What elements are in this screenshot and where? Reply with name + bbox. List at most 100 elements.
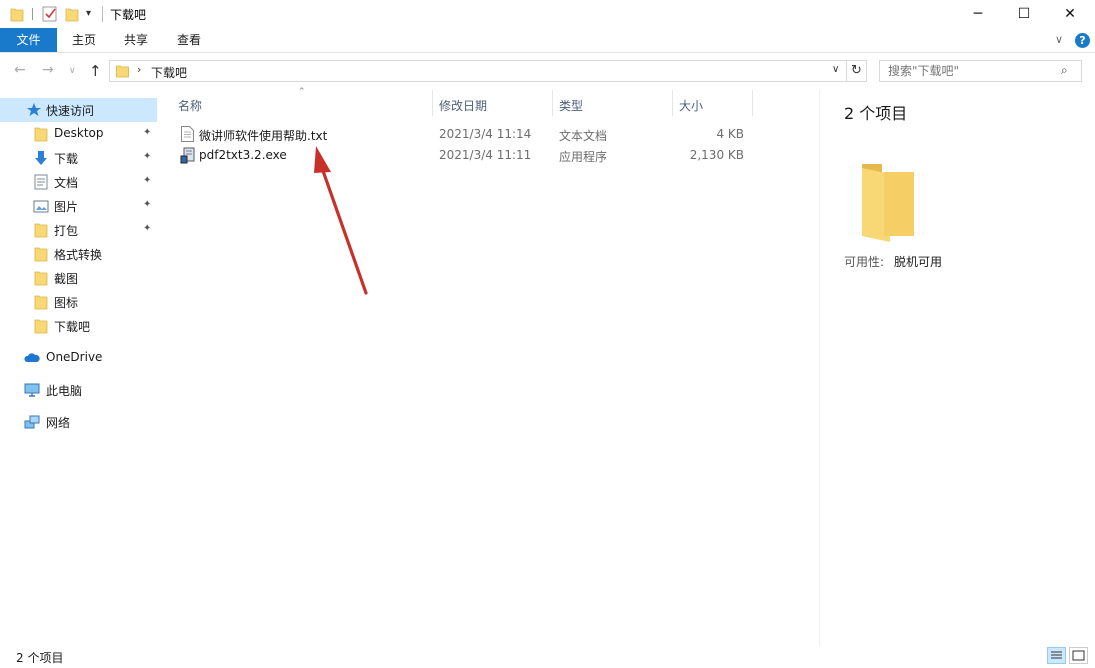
tab-home[interactable]: 主页 bbox=[62, 28, 106, 52]
folder-icon bbox=[34, 319, 48, 334]
file-row[interactable]: 微讲师软件使用帮助.txt 2021/3/4 11:14 文本文档 4 KB bbox=[158, 124, 818, 145]
sidebar-item-documents[interactable]: 文档 ✦ bbox=[0, 170, 157, 194]
forward-button[interactable]: → bbox=[42, 62, 54, 78]
title-bar: ▾ 下载吧 ─ ☐ ✕ bbox=[0, 0, 1095, 28]
back-button[interactable]: ← bbox=[14, 62, 26, 78]
column-header-date[interactable]: 修改日期 bbox=[439, 97, 487, 114]
sidebar-label: 下载吧 bbox=[54, 320, 91, 334]
network-icon bbox=[24, 415, 40, 429]
sidebar-item-desktop[interactable]: Desktop ✦ bbox=[0, 122, 157, 146]
navigation-pane: 快速访问 Desktop ✦ 下载 ✦ 文档 ✦ 图片 ✦ 打包 ✦ 格式转换 … bbox=[0, 90, 158, 645]
search-box[interactable]: ⌕ bbox=[879, 60, 1082, 82]
minimize-button[interactable]: ─ bbox=[955, 0, 1001, 28]
details-view-icon bbox=[1051, 651, 1062, 659]
pin-icon[interactable]: ✦ bbox=[143, 223, 151, 234]
up-button[interactable]: ↑ bbox=[89, 62, 102, 80]
status-bar: 2 个项目 bbox=[0, 645, 1095, 668]
sidebar-item-downloads[interactable]: 下载 ✦ bbox=[0, 146, 157, 170]
recent-locations-button[interactable]: ∨ bbox=[69, 66, 76, 76]
sidebar-label: OneDrive bbox=[46, 350, 103, 364]
sidebar-item-pack[interactable]: 打包 ✦ bbox=[0, 218, 157, 242]
sidebar-label: 网络 bbox=[46, 416, 71, 430]
sidebar-label: 图片 bbox=[54, 200, 79, 214]
computer-icon bbox=[24, 383, 40, 397]
sidebar-item-pictures[interactable]: 图片 ✦ bbox=[0, 194, 157, 218]
details-pane: 2 个项目 可用性: 脱机可用 bbox=[819, 90, 1095, 645]
file-row[interactable]: pdf2txt3.2.exe 2021/3/4 11:11 应用程序 2,130… bbox=[158, 145, 818, 166]
preview-item-count: 2 个项目 bbox=[844, 104, 908, 123]
sidebar-label: 文档 bbox=[54, 176, 79, 190]
address-path[interactable]: 下载吧 bbox=[151, 64, 187, 81]
window-title: 下载吧 bbox=[110, 8, 147, 22]
address-bar[interactable]: › 下载吧 ∨ bbox=[109, 60, 847, 82]
star-icon bbox=[27, 103, 41, 116]
maximize-button[interactable]: ☐ bbox=[1001, 0, 1047, 28]
sidebar-item-format-convert[interactable]: 格式转换 bbox=[0, 242, 157, 266]
availability-value: 脱机可用 bbox=[894, 255, 943, 269]
picture-icon bbox=[33, 200, 49, 213]
sidebar-item-quick-access[interactable]: 快速访问 bbox=[0, 98, 157, 122]
column-header-type[interactable]: 类型 bbox=[559, 97, 583, 114]
text-file-icon bbox=[181, 126, 194, 142]
column-headers: ⌃ 名称 修改日期 类型 大小 bbox=[158, 87, 818, 118]
file-type: 文本文档 bbox=[559, 129, 608, 143]
sidebar-item-this-pc[interactable]: 此电脑 bbox=[0, 378, 157, 402]
file-name[interactable]: pdf2txt3.2.exe bbox=[199, 148, 287, 162]
folder-icon bbox=[34, 223, 48, 238]
search-icon[interactable]: ⌕ bbox=[1061, 63, 1068, 78]
tab-view[interactable]: 查看 bbox=[167, 28, 211, 52]
pin-icon[interactable]: ✦ bbox=[143, 151, 151, 162]
new-folder-icon[interactable] bbox=[65, 6, 79, 22]
tab-share[interactable]: 共享 bbox=[114, 28, 158, 52]
file-size: 4 KB bbox=[716, 127, 744, 141]
folder-icon[interactable] bbox=[10, 6, 24, 22]
quick-access-dropdown-icon[interactable]: ▾ bbox=[86, 8, 91, 19]
exe-file-icon bbox=[180, 147, 195, 164]
folder-icon bbox=[34, 127, 48, 142]
file-date: 2021/3/4 11:11 bbox=[439, 148, 532, 162]
large-icons-view-icon bbox=[1072, 650, 1085, 661]
pin-icon[interactable]: ✦ bbox=[143, 199, 151, 210]
sidebar-label: 打包 bbox=[54, 224, 79, 238]
folder-icon bbox=[34, 271, 48, 286]
folder-icon bbox=[862, 164, 914, 242]
ribbon-tabs: 文件 主页 共享 查看 ∨ ? bbox=[0, 28, 1095, 53]
folder-icon bbox=[34, 247, 48, 262]
file-date: 2021/3/4 11:14 bbox=[439, 127, 532, 141]
path-chevron-icon[interactable]: › bbox=[137, 63, 141, 76]
sidebar-label: 格式转换 bbox=[54, 248, 103, 262]
sidebar-item-screenshots[interactable]: 截图 bbox=[0, 266, 157, 290]
help-icon[interactable]: ? bbox=[1075, 33, 1090, 48]
large-icons-view-button[interactable] bbox=[1069, 647, 1088, 664]
properties-icon[interactable] bbox=[42, 5, 58, 22]
column-divider[interactable] bbox=[752, 90, 753, 116]
title-separator bbox=[102, 6, 103, 22]
download-icon bbox=[35, 151, 47, 165]
pin-icon[interactable]: ✦ bbox=[143, 175, 151, 186]
details-view-button[interactable] bbox=[1047, 647, 1066, 664]
pin-icon[interactable]: ✦ bbox=[143, 127, 151, 138]
column-header-name[interactable]: 名称 bbox=[178, 97, 202, 114]
refresh-button[interactable]: ↻ bbox=[847, 60, 867, 82]
sidebar-label: 截图 bbox=[54, 272, 79, 286]
search-input[interactable] bbox=[888, 63, 1048, 79]
close-button[interactable]: ✕ bbox=[1047, 0, 1093, 28]
sidebar-item-icons[interactable]: 图标 bbox=[0, 290, 157, 314]
document-icon bbox=[34, 174, 48, 190]
sidebar-item-xiazaiba[interactable]: 下载吧 bbox=[0, 314, 157, 338]
column-divider[interactable] bbox=[552, 90, 553, 116]
annotation-arrow bbox=[314, 146, 368, 295]
sidebar-label: 此电脑 bbox=[46, 384, 83, 398]
sidebar-label: 下载 bbox=[54, 152, 79, 166]
quick-access-separator bbox=[32, 8, 33, 20]
folder-icon bbox=[116, 65, 129, 78]
column-header-size[interactable]: 大小 bbox=[679, 97, 703, 114]
column-divider[interactable] bbox=[432, 90, 433, 116]
sidebar-item-network[interactable]: 网络 bbox=[0, 410, 157, 434]
tab-file[interactable]: 文件 bbox=[0, 28, 57, 52]
expand-ribbon-icon[interactable]: ∨ bbox=[1055, 33, 1063, 46]
column-divider[interactable] bbox=[672, 90, 673, 116]
sidebar-item-onedrive[interactable]: OneDrive bbox=[0, 346, 157, 370]
sidebar-label: 快速访问 bbox=[46, 104, 95, 118]
address-dropdown-icon[interactable]: ∨ bbox=[832, 64, 839, 75]
